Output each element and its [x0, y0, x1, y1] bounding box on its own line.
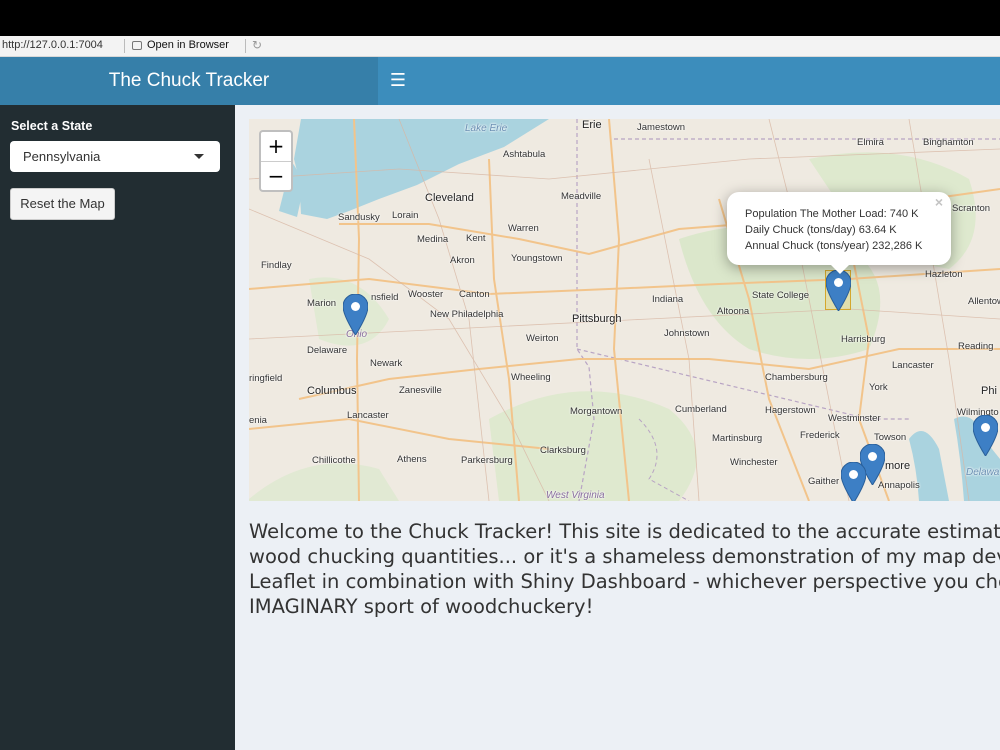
map-label: nsfield — [371, 292, 399, 303]
map-label: Hagerstown — [765, 405, 816, 416]
map-label: Chillicothe — [312, 455, 356, 466]
map-label: Kent — [466, 233, 486, 244]
map-label: Canton — [459, 289, 490, 300]
url-text[interactable]: http://127.0.0.1:7004 — [2, 39, 103, 51]
map-label: Newark — [370, 358, 403, 369]
map-label: Johnstown — [664, 328, 710, 339]
popup-tip — [830, 264, 850, 274]
popup-population: Population The Mother Load: 740 K — [745, 208, 919, 220]
map-label: Delaware — [307, 345, 348, 356]
map-label: West Virginia — [546, 490, 605, 501]
map-label: more — [885, 460, 911, 472]
welcome-text: Welcome to the Chuck Tracker! This site … — [249, 519, 1000, 619]
map-label: enia — [249, 415, 267, 426]
map-label: Chambersburg — [765, 372, 828, 383]
map-label: Frederick — [800, 430, 840, 441]
map-label: New Philadelphia — [430, 309, 504, 320]
toolbar-divider — [124, 39, 125, 53]
zoom-control: + − — [259, 130, 293, 192]
map-label: Warren — [508, 223, 539, 234]
map-label: Morgantown — [570, 406, 623, 417]
map-label: Lorain — [392, 210, 419, 221]
open-in-browser-button[interactable]: Open in Browser — [132, 39, 229, 51]
toolbar-divider — [245, 39, 246, 53]
leaflet-map[interactable]: + − Lake Erie Erie Jamestown Elmira Bing… — [249, 119, 1000, 501]
state-select[interactable]: Pennsylvania — [10, 141, 220, 172]
map-label: Parkersburg — [461, 455, 513, 466]
map-label: ringfield — [249, 373, 283, 384]
map-label: Zanesville — [399, 385, 442, 396]
map-pin-icon[interactable] — [343, 294, 368, 335]
map-label: Athens — [397, 454, 427, 465]
map-label: Hazleton — [925, 269, 963, 280]
map-label: Binghamton — [923, 137, 974, 148]
map-label: Weirton — [526, 333, 559, 344]
map-label: Wheeling — [511, 372, 551, 383]
map-label: Columbus — [307, 385, 357, 397]
app-title: The Chuck Tracker — [0, 57, 378, 105]
map-pin-icon[interactable] — [826, 270, 851, 311]
viewer-toolbar: http://127.0.0.1:7004 Open in Browser ↻ — [0, 36, 1000, 57]
dashboard-header: The Chuck Tracker ☰ — [0, 57, 1000, 105]
map-label: Harrisburg — [841, 334, 886, 345]
map-label: Gaither — [808, 476, 840, 487]
sidebar: Select a State Pennsylvania Reset the Ma… — [0, 105, 235, 750]
map-label: Cleveland — [425, 192, 474, 204]
map-label: Meadville — [561, 191, 602, 202]
map-label: Indiana — [652, 294, 684, 305]
map-label: Martinsburg — [712, 433, 763, 444]
reset-map-button[interactable]: Reset the Map — [10, 188, 115, 220]
welcome-line: wood chucking quantities... or it's a sh… — [249, 545, 1000, 568]
sidebar-toggle-hamburger-icon[interactable]: ☰ — [385, 57, 411, 105]
state-select-label: Select a State — [11, 119, 93, 133]
map-label: Allentow — [968, 296, 1000, 307]
browser-window-icon — [132, 40, 142, 50]
popup-annual-chuck: Annual Chuck (tons/year) 232,286 K — [745, 240, 923, 252]
map-label: Wooster — [408, 289, 444, 300]
map-label: Pittsburgh — [572, 313, 622, 325]
map-label: Scranton — [952, 203, 991, 214]
map-label: Elmira — [857, 137, 884, 148]
map-label: State College — [752, 290, 810, 301]
welcome-line: IMAGINARY sport of woodchuckery! — [249, 595, 594, 618]
map-label: Lake Erie — [465, 123, 508, 134]
state-select-value: Pennsylvania — [23, 149, 101, 164]
map-label: Sandusky — [338, 212, 380, 223]
welcome-line: Welcome to the Chuck Tracker! This site … — [249, 520, 1000, 543]
zoom-in-button[interactable]: + — [261, 132, 291, 162]
map-label: Findlay — [261, 260, 292, 271]
zoom-out-button[interactable]: − — [261, 162, 291, 191]
top-black-bar — [0, 0, 1000, 36]
map-label: Towson — [874, 432, 907, 443]
map-label: Erie — [582, 119, 602, 131]
map-label: York — [869, 382, 888, 393]
map-label: Reading — [958, 341, 994, 352]
chevron-down-icon — [194, 154, 204, 159]
map-label: Cumberland — [675, 404, 727, 415]
close-icon[interactable]: × — [935, 194, 943, 210]
map-label: Lancaster — [347, 410, 389, 421]
popup-daily-chuck: Daily Chuck (tons/day) 63.64 K — [745, 224, 897, 236]
refresh-icon[interactable]: ↻ — [252, 38, 262, 52]
map-label: Altoona — [717, 306, 750, 317]
map-label: Lancaster — [892, 360, 934, 371]
welcome-line: Leaflet in combination with Shiny Dashbo… — [249, 570, 1000, 593]
map-label: Youngstown — [511, 253, 563, 264]
map-label: Winchester — [730, 457, 778, 468]
marker-popup: Population The Mother Load: 740 K Daily … — [727, 192, 951, 274]
map-label: Phi — [981, 385, 997, 397]
map-label: Westminster — [828, 413, 881, 424]
map-label: Medina — [417, 234, 449, 245]
map-label: Akron — [450, 255, 475, 266]
map-pin-icon[interactable] — [973, 415, 998, 456]
map-label: Jamestown — [637, 122, 686, 133]
open-in-browser-label: Open in Browser — [147, 39, 229, 51]
map-label: Delawa — [966, 467, 1000, 478]
map-label: Ashtabula — [503, 149, 546, 160]
map-label: Clarksburg — [540, 445, 586, 456]
map-pin-icon[interactable] — [841, 462, 866, 501]
map-label: Marion — [307, 298, 337, 309]
